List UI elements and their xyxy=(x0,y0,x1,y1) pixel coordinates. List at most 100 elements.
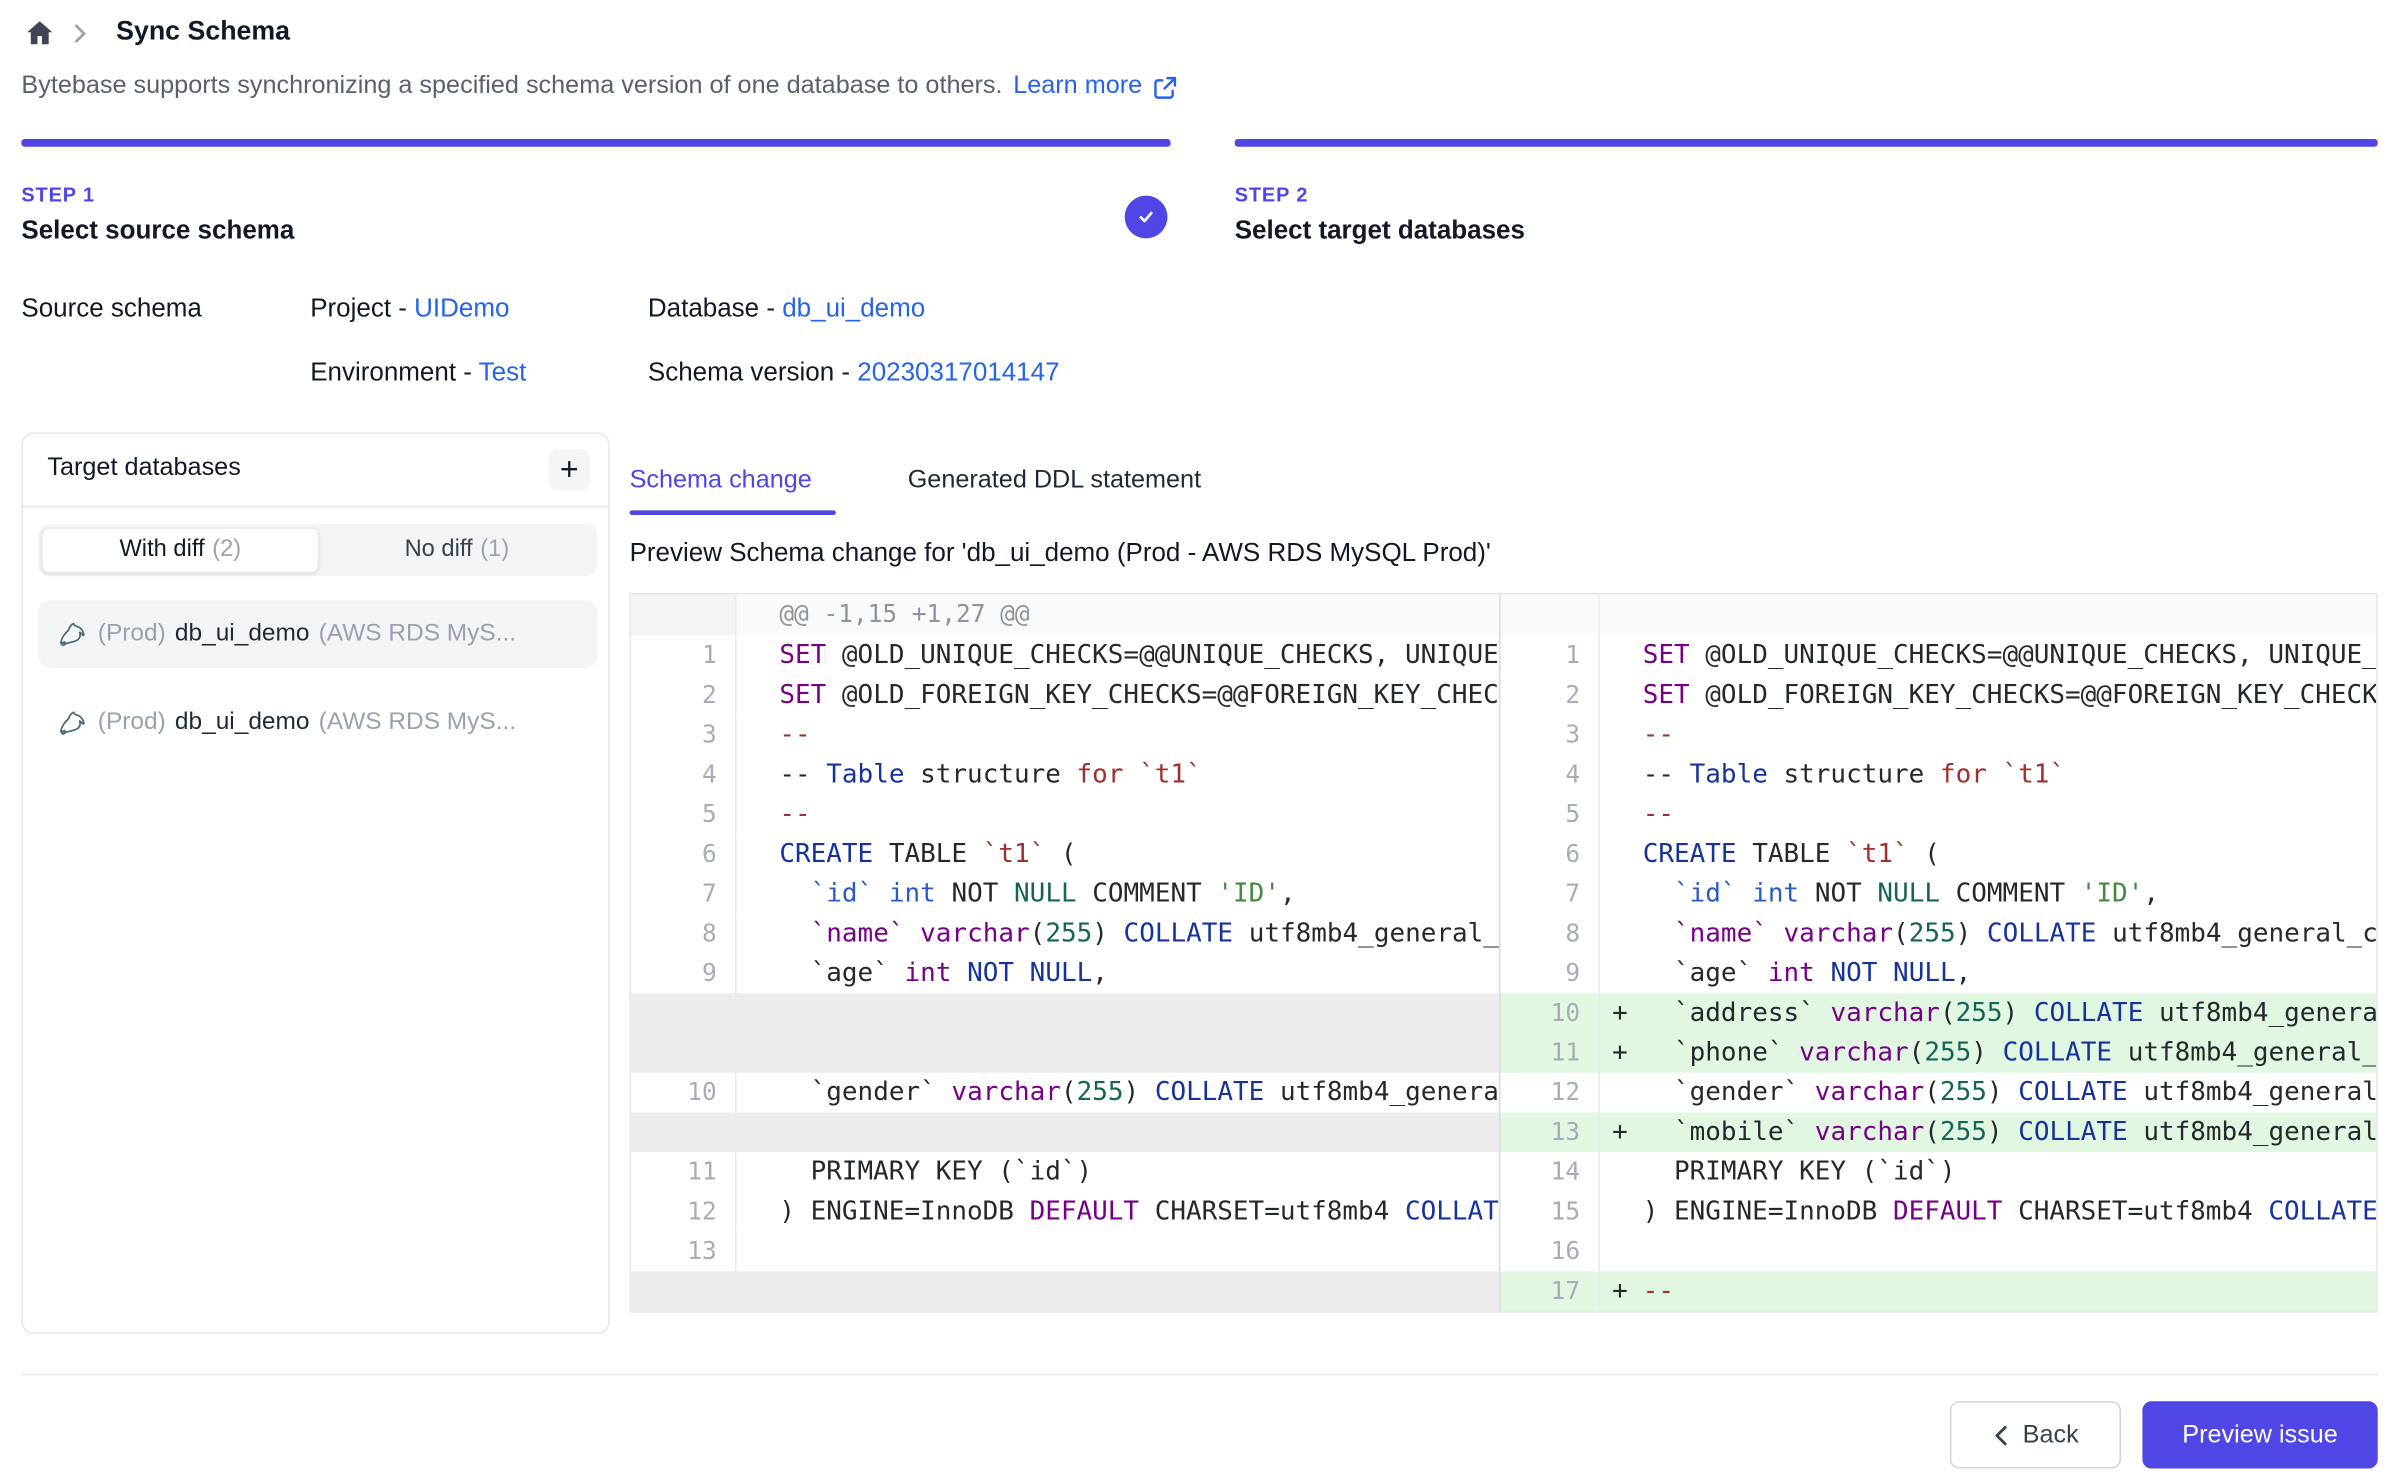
diff-code-line: SET @OLD_FOREIGN_KEY_CHECKS=@@FOREIGN_KE… xyxy=(1600,675,2376,715)
diff-code-line xyxy=(737,1112,1501,1152)
diff-code-line: SET @OLD_UNIQUE_CHECKS=@@UNIQUE_CHECKS, … xyxy=(1600,636,2376,676)
diff-code-line: -- xyxy=(1600,795,2376,835)
schema-diff-view[interactable]: @@ -1,15 +1,27 @@1SET @OLD_UNIQUE_CHECKS… xyxy=(630,593,2378,1313)
diff-row: 10 `address` varchar(255) COLLATE utf8mb… xyxy=(631,993,2376,1033)
diff-code-line: --+ xyxy=(1600,1271,2376,1311)
tab-no-diff[interactable]: No diff (1) xyxy=(319,527,594,573)
diff-code-line: `id` int NOT NULL COMMENT 'ID', xyxy=(1600,874,2376,914)
add-target-database-button[interactable]: + xyxy=(549,449,590,490)
diff-row: 6CREATE TABLE `t1` (6CREATE TABLE `t1` ( xyxy=(631,834,2376,874)
diff-line-number: 13 xyxy=(1501,1112,1600,1152)
schema-version-link[interactable]: 20230317014147 xyxy=(857,358,1059,387)
diff-line-number: 9 xyxy=(1501,954,1600,994)
active-tab-underline xyxy=(630,510,836,515)
tab-schema-change[interactable]: Schema change xyxy=(630,466,812,495)
step1-progress-bar xyxy=(21,139,1170,147)
diff-row: 11 PRIMARY KEY (`id`)14 PRIMARY KEY (`id… xyxy=(631,1152,2376,1192)
diff-row: 10 `gender` varchar(255) COLLATE utf8mb4… xyxy=(631,1073,2376,1113)
diff-line-number: 11 xyxy=(631,1152,736,1192)
breadcrumb-chevron-icon xyxy=(72,23,90,44)
diff-code-line xyxy=(737,1271,1501,1311)
diff-line-number xyxy=(1501,594,1600,635)
diff-line-number: 4 xyxy=(1501,755,1600,795)
source-version-field: Schema version - 20230317014147 xyxy=(648,358,1060,389)
diff-code-line: `name` varchar(255) COLLATE utf8mb4_gene… xyxy=(1600,914,2376,954)
diff-line-number xyxy=(631,1112,736,1152)
step2-title: Select target databases xyxy=(1235,215,1525,246)
diff-code-line: -- Table structure for `t1` xyxy=(737,755,1501,795)
diff-code-line: `age` int NOT NULL, xyxy=(1600,954,2376,994)
diff-row: 12) ENGINE=InnoDB DEFAULT CHARSET=utf8mb… xyxy=(631,1192,2376,1232)
diff-line-number xyxy=(631,993,736,1033)
added-line-marker: + xyxy=(1612,1271,1628,1311)
step1-label: STEP 1 xyxy=(21,183,95,206)
diff-line-number: 12 xyxy=(631,1192,736,1232)
target-database-item[interactable]: (Prod) db_ui_demo (AWS RDS MyS... xyxy=(38,689,597,756)
diff-code-line: -- xyxy=(1600,715,2376,755)
diff-line-number: 9 xyxy=(631,954,736,994)
diff-code-line: `mobile` varchar(255) COLLATE utf8mb4_ge… xyxy=(1600,1112,2376,1152)
step2-progress-bar xyxy=(1235,139,2378,147)
diff-code-line xyxy=(1600,594,2376,635)
diff-line-number: 7 xyxy=(1501,874,1600,914)
diff-code-line: `name` varchar(255) COLLATE utf8mb4_gene… xyxy=(737,914,1501,954)
panel-divider xyxy=(23,506,608,508)
with-diff-count: (2) xyxy=(212,536,241,564)
preview-issue-button[interactable]: Preview issue xyxy=(2142,1401,2377,1468)
step1-completed-badge xyxy=(1125,196,1168,239)
diff-hunk-header-row: @@ -1,15 +1,27 @@ xyxy=(631,594,2376,635)
learn-more-link[interactable]: Learn more xyxy=(1013,72,1142,101)
target-database-item[interactable]: (Prod) db_ui_demo (AWS RDS MyS... xyxy=(38,601,597,668)
diff-code-line: PRIMARY KEY (`id`) xyxy=(1600,1152,2376,1192)
diff-code-line: SET @OLD_UNIQUE_CHECKS=@@UNIQUE_CHECKS, … xyxy=(737,636,1501,676)
diff-line-number: 14 xyxy=(1501,1152,1600,1192)
diff-line-number: 6 xyxy=(631,834,736,874)
diff-line-number: 10 xyxy=(1501,993,1600,1033)
source-schema-label: Source schema xyxy=(21,293,202,324)
diff-code-line: -- xyxy=(737,715,1501,755)
diff-line-number: 8 xyxy=(1501,914,1600,954)
diff-line-number: 2 xyxy=(631,675,736,715)
database-link[interactable]: db_ui_demo xyxy=(782,293,925,322)
diff-code-line xyxy=(737,1232,1501,1272)
diff-line-number: 6 xyxy=(1501,834,1600,874)
added-line-marker: + xyxy=(1612,1033,1628,1073)
diff-line-number: 1 xyxy=(631,636,736,676)
project-link[interactable]: UIDemo xyxy=(414,293,509,322)
diff-body: @@ -1,15 +1,27 @@1SET @OLD_UNIQUE_CHECKS… xyxy=(631,594,2376,1311)
step1-title: Select source schema xyxy=(21,215,294,246)
diff-line-number: 3 xyxy=(631,715,736,755)
diff-code-line xyxy=(737,1033,1501,1073)
diff-row: 4-- Table structure for `t1`4-- Table st… xyxy=(631,755,2376,795)
diff-code-line: `phone` varchar(255) COLLATE utf8mb4_gen… xyxy=(1600,1033,2376,1073)
external-link-icon xyxy=(1153,74,1179,100)
tab-with-diff[interactable]: With diff (2) xyxy=(41,527,319,573)
diff-code-line: SET @OLD_FOREIGN_KEY_CHECKS=@@FOREIGN_KE… xyxy=(737,675,1501,715)
diff-code-line: `id` int NOT NULL COMMENT 'ID', xyxy=(737,874,1501,914)
diff-line-number: 11 xyxy=(1501,1033,1600,1073)
page-description: Bytebase supports synchronizing a specif… xyxy=(21,72,1002,101)
target-databases-title: Target databases xyxy=(47,454,240,483)
diff-line-number: 5 xyxy=(631,795,736,835)
diff-line-number xyxy=(631,1033,736,1073)
tab-generated-ddl[interactable]: Generated DDL statement xyxy=(908,466,1201,495)
diff-line-number: 1 xyxy=(1501,636,1600,676)
diff-line-number: 17 xyxy=(1501,1271,1600,1311)
diff-row: 1SET @OLD_UNIQUE_CHECKS=@@UNIQUE_CHECKS,… xyxy=(631,636,2376,676)
diff-code-line: `address` varchar(255) COLLATE utf8mb4_g… xyxy=(1600,993,2376,1033)
target-databases-panel: Target databases + With diff (2) No diff… xyxy=(21,432,609,1334)
environment-link[interactable]: Test xyxy=(479,358,527,387)
diff-row: 1316 xyxy=(631,1232,2376,1272)
preview-title: Preview Schema change for 'db_ui_demo (P… xyxy=(630,538,1491,569)
home-icon[interactable] xyxy=(23,17,57,51)
diff-line-number: 15 xyxy=(1501,1192,1600,1232)
diff-line-number: 5 xyxy=(1501,795,1600,835)
diff-filter-tabs: With diff (2) No diff (1) xyxy=(38,524,597,576)
back-button[interactable]: Back xyxy=(1950,1401,2121,1468)
source-project-field: Project - UIDemo xyxy=(310,293,509,324)
diff-line-number: 7 xyxy=(631,874,736,914)
diff-row: 11 `phone` varchar(255) COLLATE utf8mb4_… xyxy=(631,1033,2376,1073)
footer-divider xyxy=(21,1374,2377,1376)
no-diff-count: (1) xyxy=(480,536,509,564)
diff-row: 13 `mobile` varchar(255) COLLATE utf8mb4… xyxy=(631,1112,2376,1152)
